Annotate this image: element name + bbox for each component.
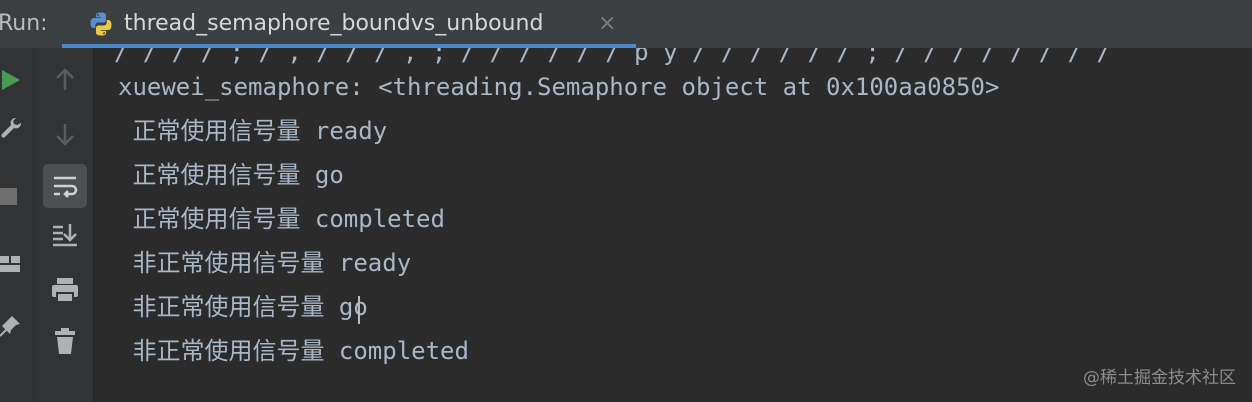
pin-icon[interactable] bbox=[0, 314, 24, 338]
run-tool-window: Run: thread_semaphore_boundvs_unbound × bbox=[0, 0, 1252, 402]
console-line: 正常使用信号量 go bbox=[118, 161, 344, 189]
print-icon[interactable] bbox=[43, 268, 87, 312]
arrow-up-icon[interactable] bbox=[43, 58, 87, 102]
run-icon[interactable] bbox=[0, 68, 24, 92]
scroll-to-end-icon[interactable] bbox=[43, 214, 87, 258]
console-line: 非正常使用信号量 completed bbox=[118, 337, 469, 365]
python-icon bbox=[90, 12, 112, 36]
tab-title: thread_semaphore_boundvs_unbound bbox=[124, 11, 544, 36]
text-cursor bbox=[358, 296, 360, 324]
run-tab[interactable]: thread_semaphore_boundvs_unbound × bbox=[62, 0, 636, 48]
console-output[interactable]: / / / / ; / , / / / , ; / / / / / / p y … bbox=[94, 48, 1252, 402]
console-line: xuewei_semaphore: <threading.Semaphore o… bbox=[118, 73, 1000, 101]
console-line: 非正常使用信号量 go bbox=[118, 293, 368, 321]
close-icon[interactable]: × bbox=[598, 12, 616, 36]
console-line: 正常使用信号量 ready bbox=[118, 117, 388, 145]
console-line-partial: / / / / ; / , / / / , ; / / / / / / p y … bbox=[114, 48, 1111, 66]
run-label: Run: bbox=[0, 11, 48, 36]
soft-wrap-icon[interactable] bbox=[43, 164, 87, 208]
console-toolbar bbox=[33, 48, 94, 402]
wrench-icon[interactable] bbox=[0, 118, 24, 142]
console-line: 非正常使用信号量 ready bbox=[118, 249, 412, 277]
console-line: 正常使用信号量 completed bbox=[118, 205, 445, 233]
run-header: Run: thread_semaphore_boundvs_unbound × bbox=[0, 0, 1252, 48]
watermark: @稀土掘金技术社区 bbox=[1083, 368, 1236, 388]
trash-icon[interactable] bbox=[43, 320, 87, 364]
layout-icon[interactable] bbox=[0, 252, 24, 276]
run-actions-toolbar bbox=[0, 48, 33, 402]
arrow-down-icon[interactable] bbox=[43, 112, 87, 156]
stop-icon[interactable] bbox=[0, 185, 24, 209]
